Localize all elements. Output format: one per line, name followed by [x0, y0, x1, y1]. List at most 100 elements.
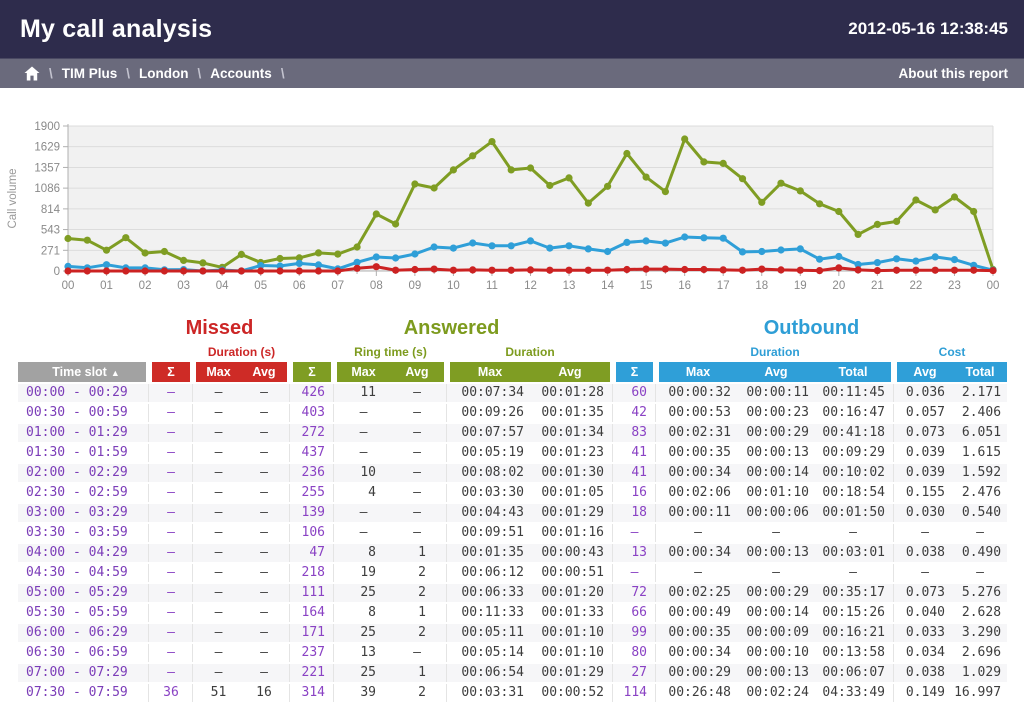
data-point: [585, 267, 592, 274]
cell[interactable]: 05:30 - 05:59: [18, 603, 146, 623]
cell: 111: [293, 583, 331, 603]
col-header-cost-total[interactable]: Total: [953, 362, 1007, 383]
cell: –: [897, 563, 953, 583]
cell[interactable]: 05:00 - 05:29: [18, 583, 146, 603]
data-point: [604, 183, 611, 190]
data-point: [354, 265, 361, 272]
cell: –: [241, 523, 287, 543]
breadcrumb-item-accounts[interactable]: Accounts: [210, 66, 272, 81]
cell: –: [897, 523, 953, 543]
data-point: [797, 267, 804, 274]
cell: 00:01:34: [530, 423, 610, 443]
cell: 114: [616, 683, 653, 702]
cell: 00:03:30: [450, 483, 530, 503]
table-row: 06:30 - 06:59–––23713–00:05:1400:01:1080…: [18, 643, 1007, 663]
cell[interactable]: 07:00 - 07:29: [18, 663, 146, 683]
data-point: [623, 266, 630, 273]
cell[interactable]: 06:30 - 06:59: [18, 643, 146, 663]
cell: 8: [337, 603, 390, 623]
col-header-ring-avg[interactable]: Avg: [390, 362, 444, 383]
breadcrumb-item-tim-plus[interactable]: TIM Plus: [62, 66, 118, 81]
col-header-outbound-dur-total[interactable]: Total: [815, 362, 891, 383]
cell: 00:11:45: [815, 383, 891, 403]
cell: 0.038: [897, 543, 953, 563]
cell: 00:00:49: [659, 603, 737, 623]
col-header-answered-dur-avg[interactable]: Avg: [530, 362, 610, 383]
cell: 00:05:14: [450, 643, 530, 663]
col-header-outbound-dur-max[interactable]: Max: [659, 362, 737, 383]
cell[interactable]: 00:00 - 00:29: [18, 383, 146, 403]
cell[interactable]: 07:30 - 07:59: [18, 683, 146, 702]
cell: 00:00:35: [659, 623, 737, 643]
cell: –: [337, 443, 390, 463]
cell: 0.033: [897, 623, 953, 643]
cell: 00:00:23: [737, 403, 815, 423]
data-point: [354, 243, 361, 250]
cell: 00:01:33: [530, 603, 610, 623]
data-point: [835, 264, 842, 271]
col-header-outbound-sum[interactable]: Σ: [616, 362, 653, 383]
y-axis-title: Call volume: [7, 168, 19, 228]
data-point: [122, 234, 129, 241]
cell: –: [196, 463, 241, 483]
cell: –: [152, 523, 190, 543]
svg-text:0: 0: [54, 266, 60, 278]
cell: –: [241, 483, 287, 503]
page-title: My call analysis: [20, 15, 212, 44]
cell: 00:01:29: [530, 663, 610, 683]
svg-text:1629: 1629: [34, 142, 60, 154]
cell[interactable]: 01:00 - 01:29: [18, 423, 146, 443]
cell: 00:10:02: [815, 463, 891, 483]
cell: 00:01:50: [815, 503, 891, 523]
cell: 6.051: [953, 423, 1007, 443]
col-header-cost-avg[interactable]: Avg: [897, 362, 953, 383]
cell[interactable]: 03:30 - 03:59: [18, 523, 146, 543]
svg-text:01: 01: [100, 280, 113, 292]
col-header-missed-avg[interactable]: Avg: [241, 362, 287, 383]
data-point: [315, 267, 322, 274]
cell: 272: [293, 423, 331, 443]
cell[interactable]: 04:30 - 04:59: [18, 563, 146, 583]
report-timestamp: 2012-05-16 12:38:45: [848, 19, 1008, 39]
col-header-answered-sum[interactable]: Σ: [293, 362, 331, 383]
data-point: [585, 200, 592, 207]
cell: 00:00:34: [659, 643, 737, 663]
cell: 00:00:34: [659, 463, 737, 483]
cell: –: [616, 523, 653, 543]
data-point: [623, 239, 630, 246]
cell[interactable]: 00:30 - 00:59: [18, 403, 146, 423]
col-header-ring-max[interactable]: Max: [337, 362, 390, 383]
col-header-answered-dur-max[interactable]: Max: [450, 362, 530, 383]
svg-text:00: 00: [62, 280, 75, 292]
cell[interactable]: 06:00 - 06:29: [18, 623, 146, 643]
cell: 19: [337, 563, 390, 583]
svg-text:05: 05: [254, 280, 267, 292]
col-header-time-slot[interactable]: Time slot▲: [18, 362, 146, 383]
table-row: 04:30 - 04:59–––21819200:06:1200:00:51––…: [18, 563, 1007, 583]
cell[interactable]: 02:30 - 02:59: [18, 483, 146, 503]
col-header-outbound-dur-avg[interactable]: Avg: [737, 362, 815, 383]
cell[interactable]: 03:00 - 03:29: [18, 503, 146, 523]
cell: 00:00:14: [737, 463, 815, 483]
cell: –: [241, 563, 287, 583]
col-header-missed-max[interactable]: Max: [196, 362, 241, 383]
cell[interactable]: 01:30 - 01:59: [18, 443, 146, 463]
cell: 00:16:21: [815, 623, 891, 643]
breadcrumb-item-london[interactable]: London: [139, 66, 188, 81]
data-point: [103, 267, 110, 274]
svg-text:10: 10: [447, 280, 460, 292]
report-table-body: 00:00 - 00:29–––42611–00:07:3400:01:2860…: [18, 383, 1007, 702]
about-report-link[interactable]: About this report: [899, 66, 1009, 81]
home-icon[interactable]: [24, 66, 40, 81]
col-header-missed-sum[interactable]: Σ: [152, 362, 190, 383]
cell: 00:02:06: [659, 483, 737, 503]
subheader-missed-duration: Duration (s): [196, 341, 287, 362]
data-point: [199, 267, 206, 274]
cell[interactable]: 02:00 - 02:29: [18, 463, 146, 483]
data-point: [989, 267, 996, 274]
data-point: [758, 266, 765, 273]
cell: 00:01:29: [530, 503, 610, 523]
data-point: [758, 248, 765, 255]
cell[interactable]: 04:00 - 04:29: [18, 543, 146, 563]
cell: –: [241, 543, 287, 563]
